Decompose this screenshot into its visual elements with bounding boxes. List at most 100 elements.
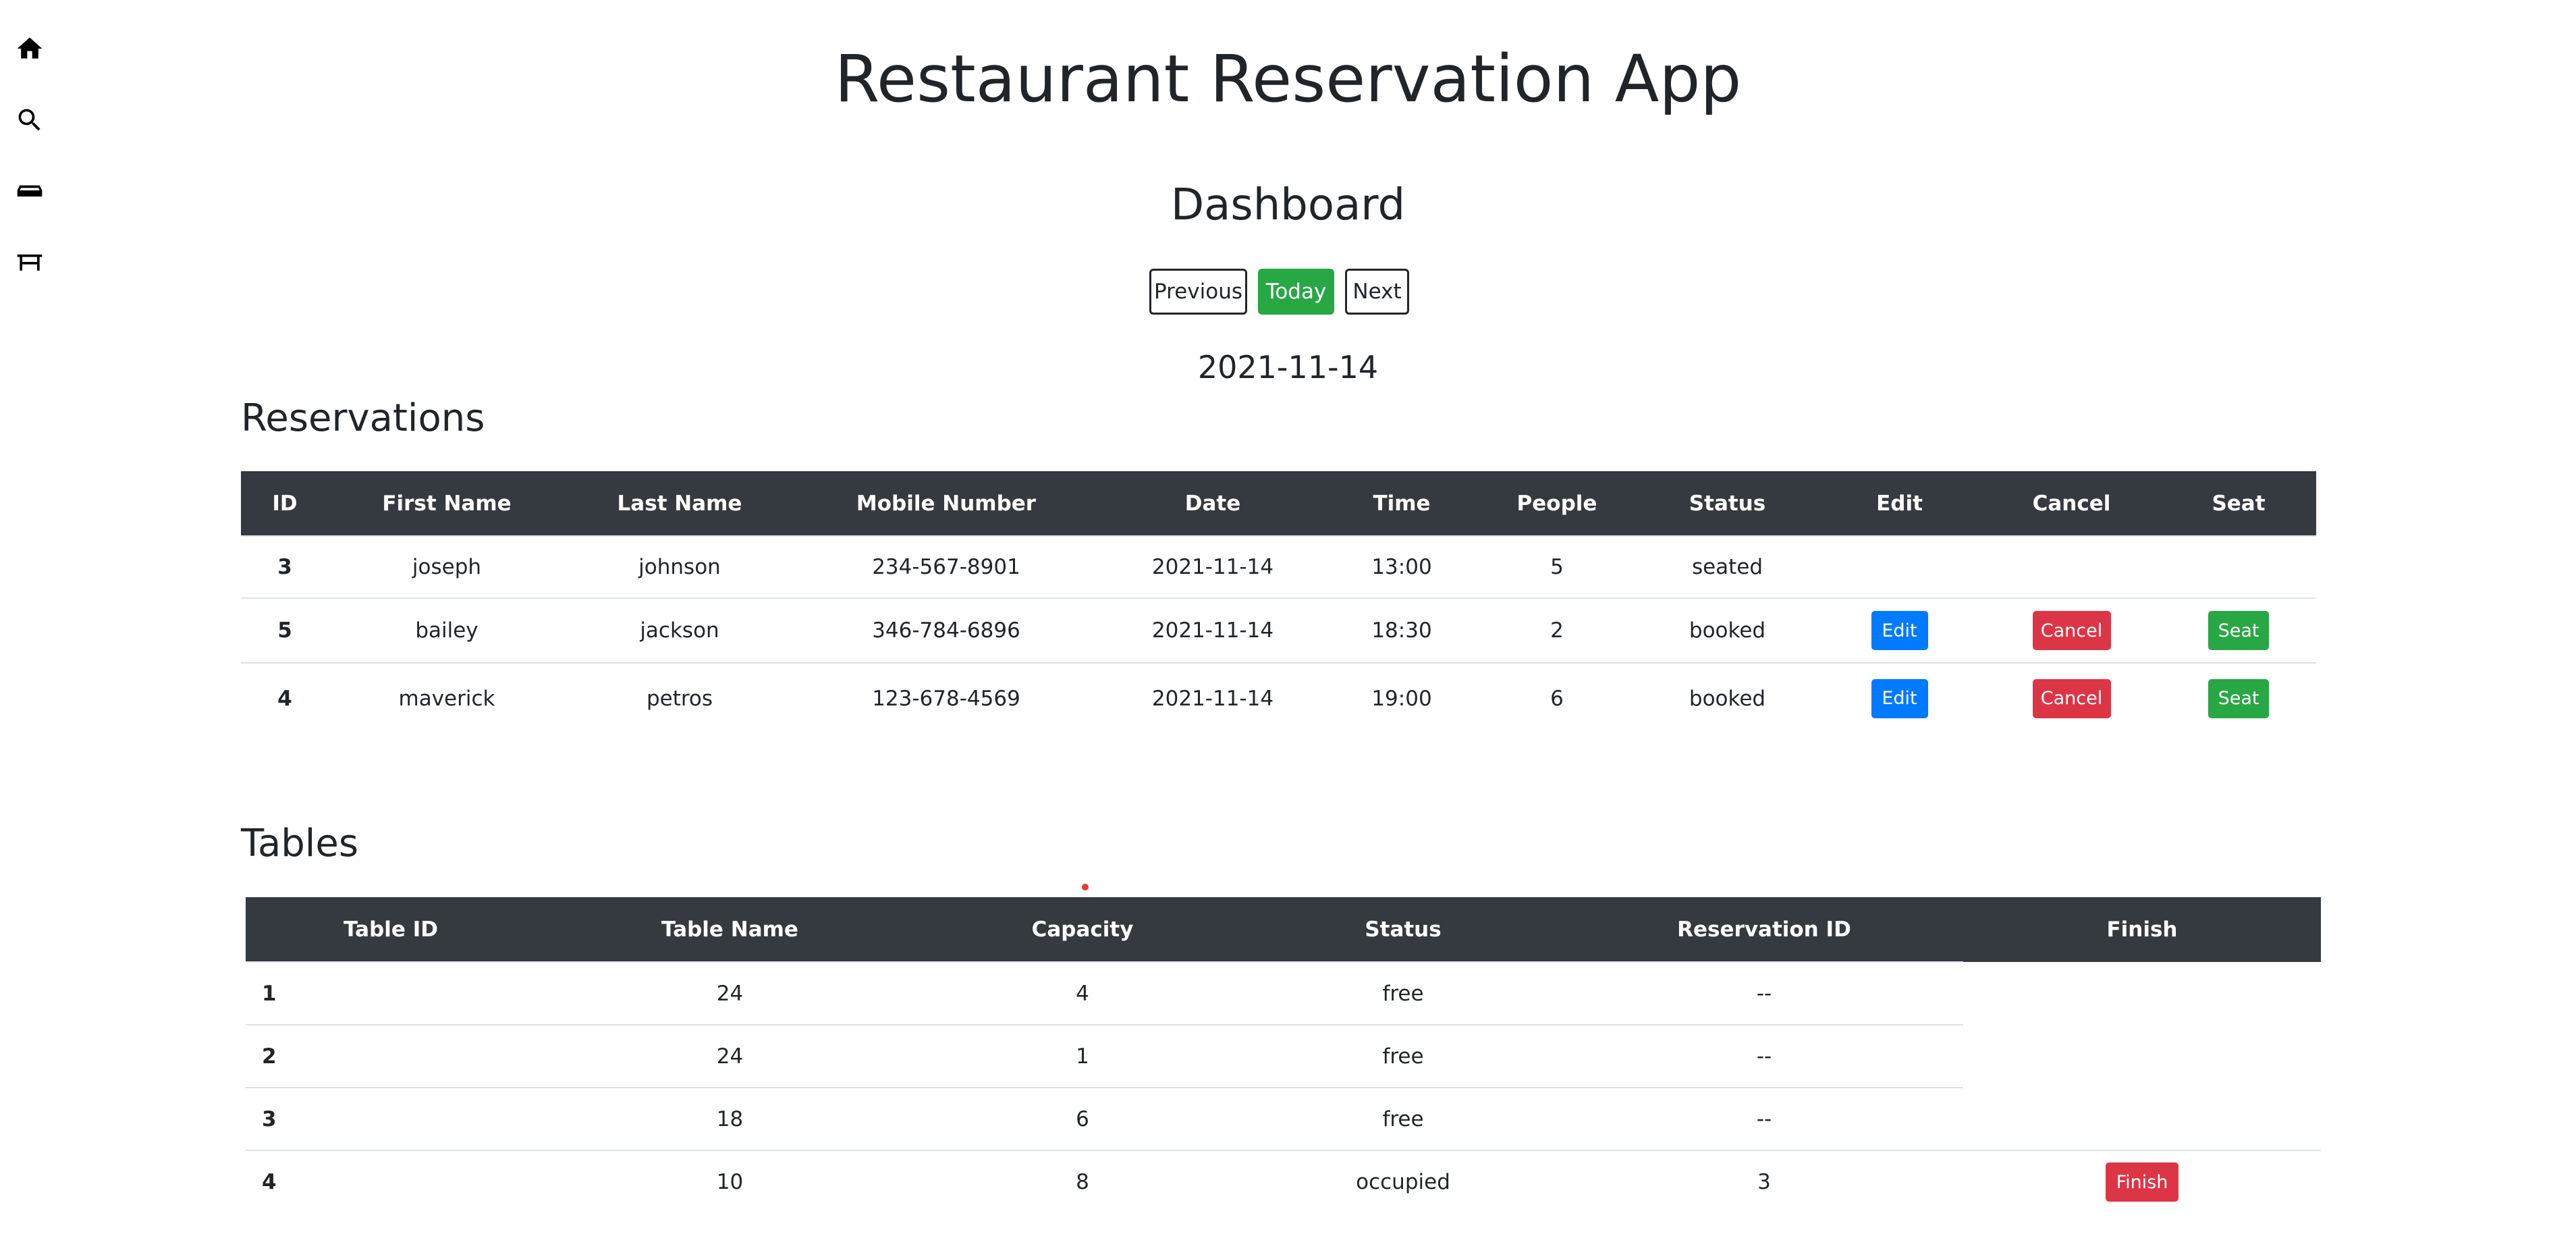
people-count: 6	[1476, 662, 1638, 733]
reservation-id: 4	[241, 662, 329, 733]
column-header: Status	[1365, 917, 1442, 942]
finish-button[interactable]: Finish	[2106, 1162, 2178, 1202]
table-row: 4 10 8 occupied 3 Finish	[246, 1150, 2321, 1213]
last-name: jackson	[565, 597, 794, 663]
today-button[interactable]: Today	[1258, 269, 1334, 315]
cancel-cell: Cancel	[1982, 597, 2161, 663]
column-header: Last Name	[617, 491, 742, 516]
reservation-time: 13:00	[1327, 535, 1476, 598]
seat-cell: Seat	[2161, 597, 2316, 663]
edit-cell	[1817, 535, 1982, 598]
table-reservation-id: --	[1565, 961, 1963, 1025]
reservation-status: seated	[1638, 535, 1817, 598]
column-header: ID	[272, 491, 298, 516]
reservation-status: booked	[1638, 597, 1817, 663]
first-name: joseph	[329, 535, 565, 598]
table-icon[interactable]	[13, 246, 46, 278]
reservation-time: 18:30	[1327, 597, 1476, 663]
cancel-cell: Cancel	[1982, 662, 2161, 733]
next-button[interactable]: Next	[1345, 269, 1409, 315]
people-count: 5	[1476, 535, 1638, 598]
seat-cell: Seat	[2161, 662, 2316, 733]
reservations-title: Reservations	[241, 396, 485, 440]
column-header: Seat	[2212, 491, 2266, 516]
table-reservation-id: --	[1565, 1024, 1963, 1088]
table-name: 10	[536, 1150, 924, 1213]
reservation-date: 2021-11-14	[1098, 535, 1327, 598]
table-header-row: ID First Name Last Name Mobile Number Da…	[241, 471, 2316, 536]
column-header: Table Name	[661, 917, 798, 942]
column-header: First Name	[382, 491, 512, 516]
edit-button[interactable]: Edit	[1871, 678, 1928, 718]
reservation-status: booked	[1638, 662, 1817, 733]
date-navigation: Previous Today Next	[1149, 269, 1409, 315]
seat-button[interactable]: Seat	[2208, 611, 2269, 650]
finish-cell	[1963, 962, 2321, 1025]
table-reservation-id: 3	[1565, 1150, 1963, 1213]
last-name: petros	[565, 662, 794, 733]
column-header: Capacity	[1031, 917, 1134, 942]
mobile-number: 346-784-6896	[794, 597, 1098, 663]
seat-cell	[2161, 535, 2316, 598]
last-name: johnson	[565, 535, 794, 598]
table-name: 18	[536, 1087, 924, 1150]
mobile-number: 234-567-8901	[794, 535, 1098, 598]
column-header: Finish	[2106, 917, 2178, 942]
reservation-id: 5	[241, 597, 329, 663]
table-row: 5 bailey jackson 346-784-6896 2021-11-14…	[241, 597, 2316, 663]
column-header: People	[1516, 491, 1597, 516]
column-header: Date	[1184, 491, 1241, 516]
dashboard-title: Dashboard	[1170, 180, 1406, 230]
reservation-time: 19:00	[1327, 662, 1476, 733]
table-name: 24	[536, 1024, 924, 1088]
first-name: bailey	[329, 597, 565, 663]
table-row: 3 joseph johnson 234-567-8901 2021-11-14…	[241, 535, 2316, 598]
table-status: free	[1241, 1087, 1565, 1150]
cancel-button[interactable]: Cancel	[2032, 678, 2111, 718]
tables-table: Table ID Table Name Capacity Status Rese…	[246, 897, 2321, 1213]
cancel-button[interactable]: Cancel	[2032, 611, 2111, 650]
edit-button[interactable]: Edit	[1871, 611, 1928, 650]
app-title: Restaurant Reservation App	[834, 41, 1742, 117]
column-header: Reservation ID	[1677, 917, 1851, 942]
table-capacity: 4	[924, 961, 1241, 1025]
table-capacity: 1	[924, 1024, 1241, 1088]
finish-cell: Finish	[1963, 1150, 2321, 1213]
column-header: Cancel	[2032, 491, 2111, 516]
current-date: 2021-11-14	[1197, 349, 1379, 385]
cursor-dot	[1082, 884, 1089, 890]
edit-cell: Edit	[1817, 597, 1982, 663]
table-name: 24	[536, 961, 924, 1025]
finish-cell	[1963, 1025, 2321, 1088]
table-row: 4 maverick petros 123-678-4569 2021-11-1…	[241, 662, 2316, 733]
previous-button[interactable]: Previous	[1149, 269, 1247, 315]
finish-cell	[1963, 1088, 2321, 1150]
table-row: 1 24 4 free --	[246, 961, 2321, 1025]
cancel-cell	[1982, 535, 2161, 598]
table-id: 2	[246, 1024, 536, 1088]
table-status: free	[1241, 961, 1565, 1025]
reservations-table: ID First Name Last Name Mobile Number Da…	[241, 471, 2316, 733]
table-capacity: 8	[924, 1150, 1241, 1213]
reservation-id: 3	[241, 535, 329, 598]
table-id: 4	[246, 1150, 536, 1213]
reservation-date: 2021-11-14	[1098, 662, 1327, 733]
table-id: 3	[246, 1087, 536, 1150]
mobile-number: 123-678-4569	[794, 662, 1098, 733]
column-header: Status	[1689, 491, 1766, 516]
column-header: Mobile Number	[856, 491, 1037, 516]
column-header: Time	[1373, 491, 1431, 516]
column-header: Table ID	[344, 917, 438, 942]
column-header: Edit	[1876, 491, 1923, 516]
table-header-row: Table ID Table Name Capacity Status Rese…	[246, 897, 2321, 962]
reservation-date: 2021-11-14	[1098, 597, 1327, 663]
table-id: 1	[246, 961, 536, 1025]
table-row: 3 18 6 free --	[246, 1087, 2321, 1150]
table-status: free	[1241, 1024, 1565, 1088]
first-name: maverick	[329, 662, 565, 733]
people-count: 2	[1476, 597, 1638, 663]
seat-button[interactable]: Seat	[2208, 678, 2269, 718]
edit-cell: Edit	[1817, 662, 1982, 733]
tables-title: Tables	[241, 822, 358, 865]
table-status: occupied	[1241, 1150, 1565, 1213]
